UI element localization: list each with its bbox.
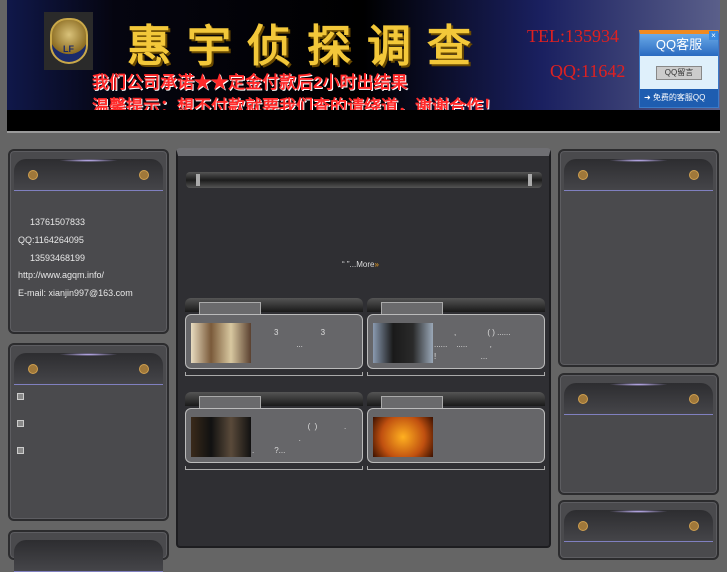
pin-icon [28,364,38,374]
pin-icon [578,170,588,180]
bullet-icon[interactable] [17,393,24,400]
slider-handle[interactable] [196,174,200,186]
card-base [185,372,363,376]
bullet-icon[interactable] [17,420,24,427]
card-base [367,466,545,470]
glow [608,510,669,513]
close-icon[interactable]: × [709,31,718,40]
card-body: ( ) . . . ?... [185,408,363,463]
card-body [367,408,545,463]
slogan-notice: 温馨提示：想不付款就要我们查的请绕道，谢谢合作！ [92,97,500,110]
right-panel-2 [558,373,719,495]
card-text: , ( ) ...... ...... ..... , ! ... [434,328,511,361]
nav-bar [7,110,720,133]
header-qq: QQ:11642 [550,61,626,81]
pin-icon [139,364,149,374]
pin-icon [578,394,588,404]
qq-widget-footer[interactable]: ➜ 免费的客服QQ [640,89,718,107]
glow [58,353,119,356]
main-content: “ ”...More» 3 3 ... , ( ) ...... ...... … [176,148,551,548]
qq-service-widget[interactable]: × QQ客服 QQ留言 ➜ 免费的客服QQ [639,30,719,108]
contact-phone-2: 13593468199 [30,253,86,263]
more-prefix: “ ”... [342,260,357,269]
card-text: ( ) . . . ?... [252,422,347,455]
contact-qq: QQ:1164264095 [18,235,84,245]
glow [608,159,669,162]
slider-handle[interactable] [528,174,532,186]
pin-icon [689,394,699,404]
article-card[interactable]: ( ) . . . ?... [185,392,363,476]
glow [608,383,669,386]
right-panel-3 [558,500,719,560]
header-tel: TEL:135934 [527,26,619,46]
double-arrow-icon: » [374,260,379,269]
qq-message-button[interactable]: QQ留言 [656,66,702,80]
article-thumbnail[interactable] [191,417,251,457]
card-base [185,466,363,470]
contact-panel: 13761507833 QQ:1164264095 13593468199 ht… [8,149,169,334]
header-banner: LF 惠宇侦探调查 TEL:135934 QQ:11642 我们公司承诺★★定金… [7,0,720,110]
article-card[interactable]: , ( ) ...... ...... ..... , ! ... [367,298,545,382]
article-card[interactable]: 3 3 ... [185,298,363,382]
pin-icon [139,170,149,180]
left-list-panel [8,343,169,521]
card-base [367,372,545,376]
pin-icon [689,170,699,180]
article-thumbnail[interactable] [373,417,433,457]
article-card[interactable] [367,392,545,476]
contact-website-link[interactable]: http://www.agqm.info/ [18,270,104,280]
pin-icon [28,170,38,180]
pin-icon [689,521,699,531]
card-body: , ( ) ...... ...... ..... , ! ... [367,314,545,369]
card-body: 3 3 ... [185,314,363,369]
more-link[interactable]: “ ”...More» [342,260,379,269]
site-title: 惠宇侦探调查 [127,21,487,72]
slogan-promise: 我们公司承诺★★定金付款后2小时出结果 [92,73,408,92]
contact-phone-1: 13761507833 [30,217,86,227]
glow [58,159,119,162]
bullet-icon[interactable] [17,447,24,454]
left-panel-3 [8,530,169,572]
company-logo: LF [44,12,93,70]
qq-footer-label: 免费的客服QQ [652,93,706,102]
card-text: 3 3 ... [274,328,326,349]
pin-icon [578,521,588,531]
right-panel-1 [558,149,719,367]
qq-widget-title: QQ客服 [640,34,718,56]
article-thumbnail[interactable] [373,323,433,363]
marquee-bar [186,172,542,188]
contact-email[interactable]: E-mail: xianjin997@163.com [18,288,133,298]
more-label: More [356,260,375,269]
article-thumbnail[interactable] [191,323,251,363]
